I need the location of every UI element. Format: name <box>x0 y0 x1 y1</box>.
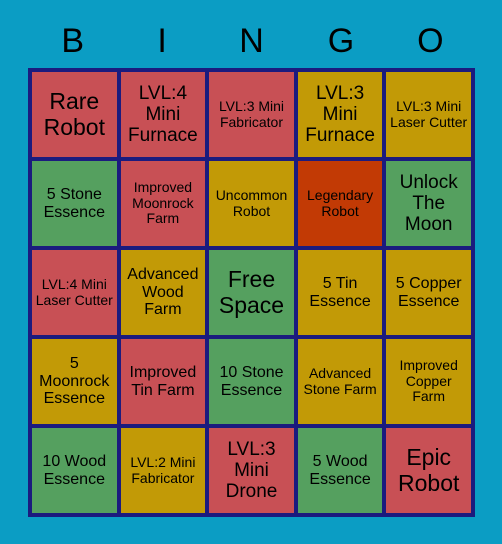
bingo-cell-label: 5 Moonrock Essence <box>39 354 110 408</box>
bingo-cell-r3c2[interactable]: Advanced Wood Farm <box>120 250 206 335</box>
bingo-cell-r5c4[interactable]: 5 Wood Essence <box>297 428 383 513</box>
bingo-header-letter-g: G <box>327 22 355 60</box>
bingo-cell-label: LVL:4 Mini Laser Cutter <box>35 275 113 308</box>
bingo-cell-label: 5 Copper Essence <box>395 274 462 310</box>
bingo-cell-label: Rare Robot <box>43 87 105 140</box>
bingo-cell-label: LVL:3 Mini Furnace <box>305 82 375 147</box>
bingo-cell-r3c5[interactable]: 5 Copper Essence <box>386 250 471 335</box>
bingo-cell-r2c1[interactable]: 5 Stone Essence <box>32 161 117 246</box>
bingo-header-letter-b: B <box>61 22 85 60</box>
bingo-cell-r3c3[interactable]: Free Space <box>209 250 294 335</box>
bingo-cell-r1c3[interactable]: LVL:3 Mini Fabricator <box>209 72 294 157</box>
bingo-cell-r1c5[interactable]: LVL:3 Mini Laser Cutter <box>386 72 471 157</box>
bingo-cell-r1c1[interactable]: Rare Robot <box>32 72 117 157</box>
bingo-cell-label: Free Space <box>218 265 285 318</box>
bingo-cell-r4c1[interactable]: 5 Moonrock Essence <box>32 339 117 424</box>
bingo-cell-label: 5 Tin Essence <box>309 274 371 310</box>
bingo-cell-label: LVL:3 Mini Laser Cutter <box>390 97 468 130</box>
bingo-cell-label: 5 Stone Essence <box>43 185 105 221</box>
bingo-header-letter-n: N <box>239 22 264 60</box>
bingo-cell-label: Epic Robot <box>398 443 460 496</box>
bingo-cell-label: LVL:2 Mini Fabricator <box>130 453 196 486</box>
bingo-cell-label: 10 Wood Essence <box>42 452 107 488</box>
bingo-cell-label: Advanced Wood Farm <box>127 265 199 319</box>
bingo-header-letter-i: I <box>157 22 167 60</box>
bingo-cell-r5c1[interactable]: 10 Wood Essence <box>32 428 117 513</box>
bingo-cell-r4c2[interactable]: Improved Tin Farm <box>120 339 206 424</box>
bingo-cell-r1c4[interactable]: LVL:3 Mini Furnace <box>297 72 383 157</box>
bingo-cell-label: Improved Tin Farm <box>129 363 197 399</box>
bingo-grid: Rare Robot LVL:4 Mini Furnace LVL:3 Mini F… <box>28 68 475 517</box>
bingo-cell-r2c4[interactable]: Legendary Robot <box>297 161 383 246</box>
bingo-cell-label: 5 Wood Essence <box>309 452 371 488</box>
bingo-cell-r2c5[interactable]: Unlock The Moon <box>386 161 471 246</box>
bingo-cell-label: Unlock The Moon <box>399 171 458 236</box>
bingo-cell-r5c5[interactable]: Epic Robot <box>386 428 471 513</box>
bingo-cell-label: 10 Stone Essence <box>219 363 284 399</box>
bingo-cell-r3c1[interactable]: LVL:4 Mini Laser Cutter <box>32 250 117 335</box>
bingo-cell-r3c4[interactable]: 5 Tin Essence <box>297 250 383 335</box>
bingo-cell-label: LVL:3 Mini Drone <box>225 438 278 503</box>
bingo-cell-r1c2[interactable]: LVL:4 Mini Furnace <box>120 72 206 157</box>
bingo-cell-label: Uncommon Robot <box>215 186 288 219</box>
bingo-cell-label: LVL:3 Mini Fabricator <box>218 97 285 130</box>
bingo-card: B I N G O Rare Robot LVL:4 Mini Furnace LVL:3 … <box>0 0 502 544</box>
bingo-cell-label: Legendary Robot <box>307 186 374 219</box>
bingo-cell-r4c3[interactable]: 10 Stone Essence <box>209 339 294 424</box>
bingo-cell-r5c3[interactable]: LVL:3 Mini Drone <box>209 428 294 513</box>
bingo-cell-r4c5[interactable]: Improved Copper Farm <box>386 339 471 424</box>
bingo-cell-label: Advanced Stone Farm <box>303 364 377 397</box>
bingo-cell-r4c4[interactable]: Advanced Stone Farm <box>297 339 383 424</box>
bingo-cell-label: LVL:4 Mini Furnace <box>128 82 198 147</box>
bingo-header-letter-o: O <box>417 22 444 60</box>
bingo-cell-label: Improved Moonrock Farm <box>132 178 194 227</box>
bingo-cell-r2c2[interactable]: Improved Moonrock Farm <box>120 161 206 246</box>
bingo-header: BINGO <box>28 18 475 64</box>
bingo-cell-r5c2[interactable]: LVL:2 Mini Fabricator <box>120 428 206 513</box>
bingo-cell-label: Improved Copper Farm <box>399 356 458 405</box>
bingo-cell-r2c3[interactable]: Uncommon Robot <box>209 161 294 246</box>
